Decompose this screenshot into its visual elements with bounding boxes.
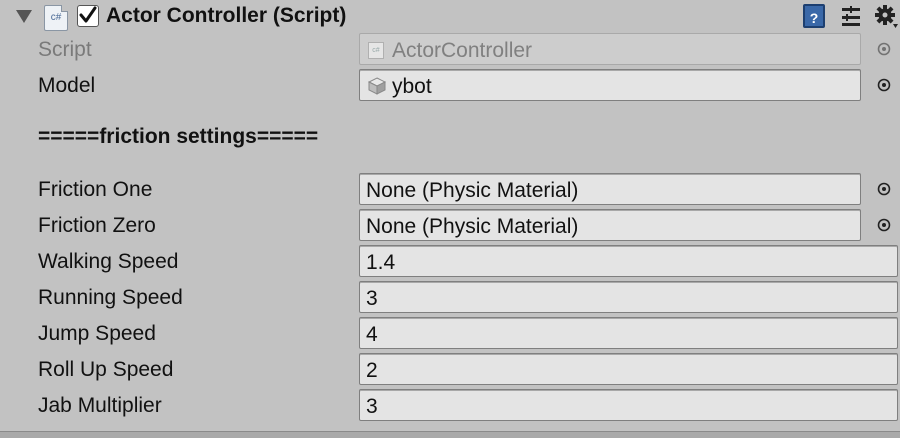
- walking-speed-value: 1.4: [366, 251, 396, 274]
- csharp-script-icon: c#: [368, 42, 384, 59]
- friction-one-row: Friction One None (Physic Material): [0, 172, 900, 208]
- script-value: ActorController: [392, 39, 533, 62]
- friction-zero-value: None (Physic Material): [366, 215, 579, 238]
- script-row: Script c# ActorController: [0, 32, 900, 68]
- jab-multiplier-value: 3: [366, 395, 378, 418]
- walking-speed-label: Walking Speed: [38, 250, 179, 273]
- jump-speed-value: 4: [366, 323, 378, 346]
- model-field[interactable]: ybot: [359, 69, 861, 101]
- roll-up-speed-label: Roll Up Speed: [38, 358, 174, 381]
- csharp-script-icon: c#: [44, 5, 68, 31]
- walking-speed-input[interactable]: 1.4: [359, 245, 898, 277]
- gear-icon[interactable]: [874, 4, 900, 30]
- jump-speed-input[interactable]: 4: [359, 317, 898, 349]
- model-label: Model: [38, 74, 96, 97]
- running-speed-row: Running Speed 3: [0, 280, 900, 316]
- model-value: ybot: [392, 75, 432, 98]
- inspector-panel: c# Actor Controller (Script) ? Script c#…: [0, 0, 900, 438]
- jump-speed-row: Jump Speed 4: [0, 316, 900, 352]
- help-book-icon[interactable]: ?: [803, 4, 825, 28]
- roll-up-speed-input[interactable]: 2: [359, 353, 898, 385]
- presets-icon[interactable]: [840, 5, 862, 27]
- object-picker-icon[interactable]: [877, 182, 891, 196]
- model-row: Model ybot: [0, 68, 900, 104]
- object-picker-icon: [877, 42, 891, 56]
- jab-multiplier-input[interactable]: 3: [359, 389, 898, 421]
- object-picker-icon[interactable]: [877, 218, 891, 232]
- checkmark-icon: [79, 6, 97, 23]
- friction-zero-row: Friction Zero None (Physic Material): [0, 208, 900, 244]
- component-separator: [0, 431, 900, 438]
- running-speed-label: Running Speed: [38, 286, 183, 309]
- jab-multiplier-label: Jab Multiplier: [38, 394, 162, 417]
- friction-section-header: =====friction settings=====: [38, 125, 319, 148]
- object-picker-icon[interactable]: [877, 78, 891, 92]
- walking-speed-row: Walking Speed 1.4: [0, 244, 900, 280]
- script-label: Script: [38, 38, 92, 61]
- script-field: c# ActorController: [359, 33, 861, 65]
- component-header[interactable]: c# Actor Controller (Script) ?: [0, 0, 900, 34]
- friction-one-label: Friction One: [38, 178, 153, 201]
- mesh-cube-icon: [367, 77, 387, 95]
- running-speed-input[interactable]: 3: [359, 281, 898, 313]
- roll-up-speed-row: Roll Up Speed 2: [0, 352, 900, 388]
- jump-speed-label: Jump Speed: [38, 322, 156, 345]
- foldout-triangle-icon[interactable]: [16, 10, 32, 23]
- running-speed-value: 3: [366, 287, 378, 310]
- friction-zero-field[interactable]: None (Physic Material): [359, 209, 861, 241]
- friction-zero-label: Friction Zero: [38, 214, 156, 237]
- roll-up-speed-value: 2: [366, 359, 378, 382]
- component-title: Actor Controller (Script): [106, 4, 347, 27]
- friction-one-field[interactable]: None (Physic Material): [359, 173, 861, 205]
- jab-multiplier-row: Jab Multiplier 3: [0, 388, 900, 424]
- component-enabled-checkbox[interactable]: [77, 5, 99, 27]
- friction-one-value: None (Physic Material): [366, 179, 579, 202]
